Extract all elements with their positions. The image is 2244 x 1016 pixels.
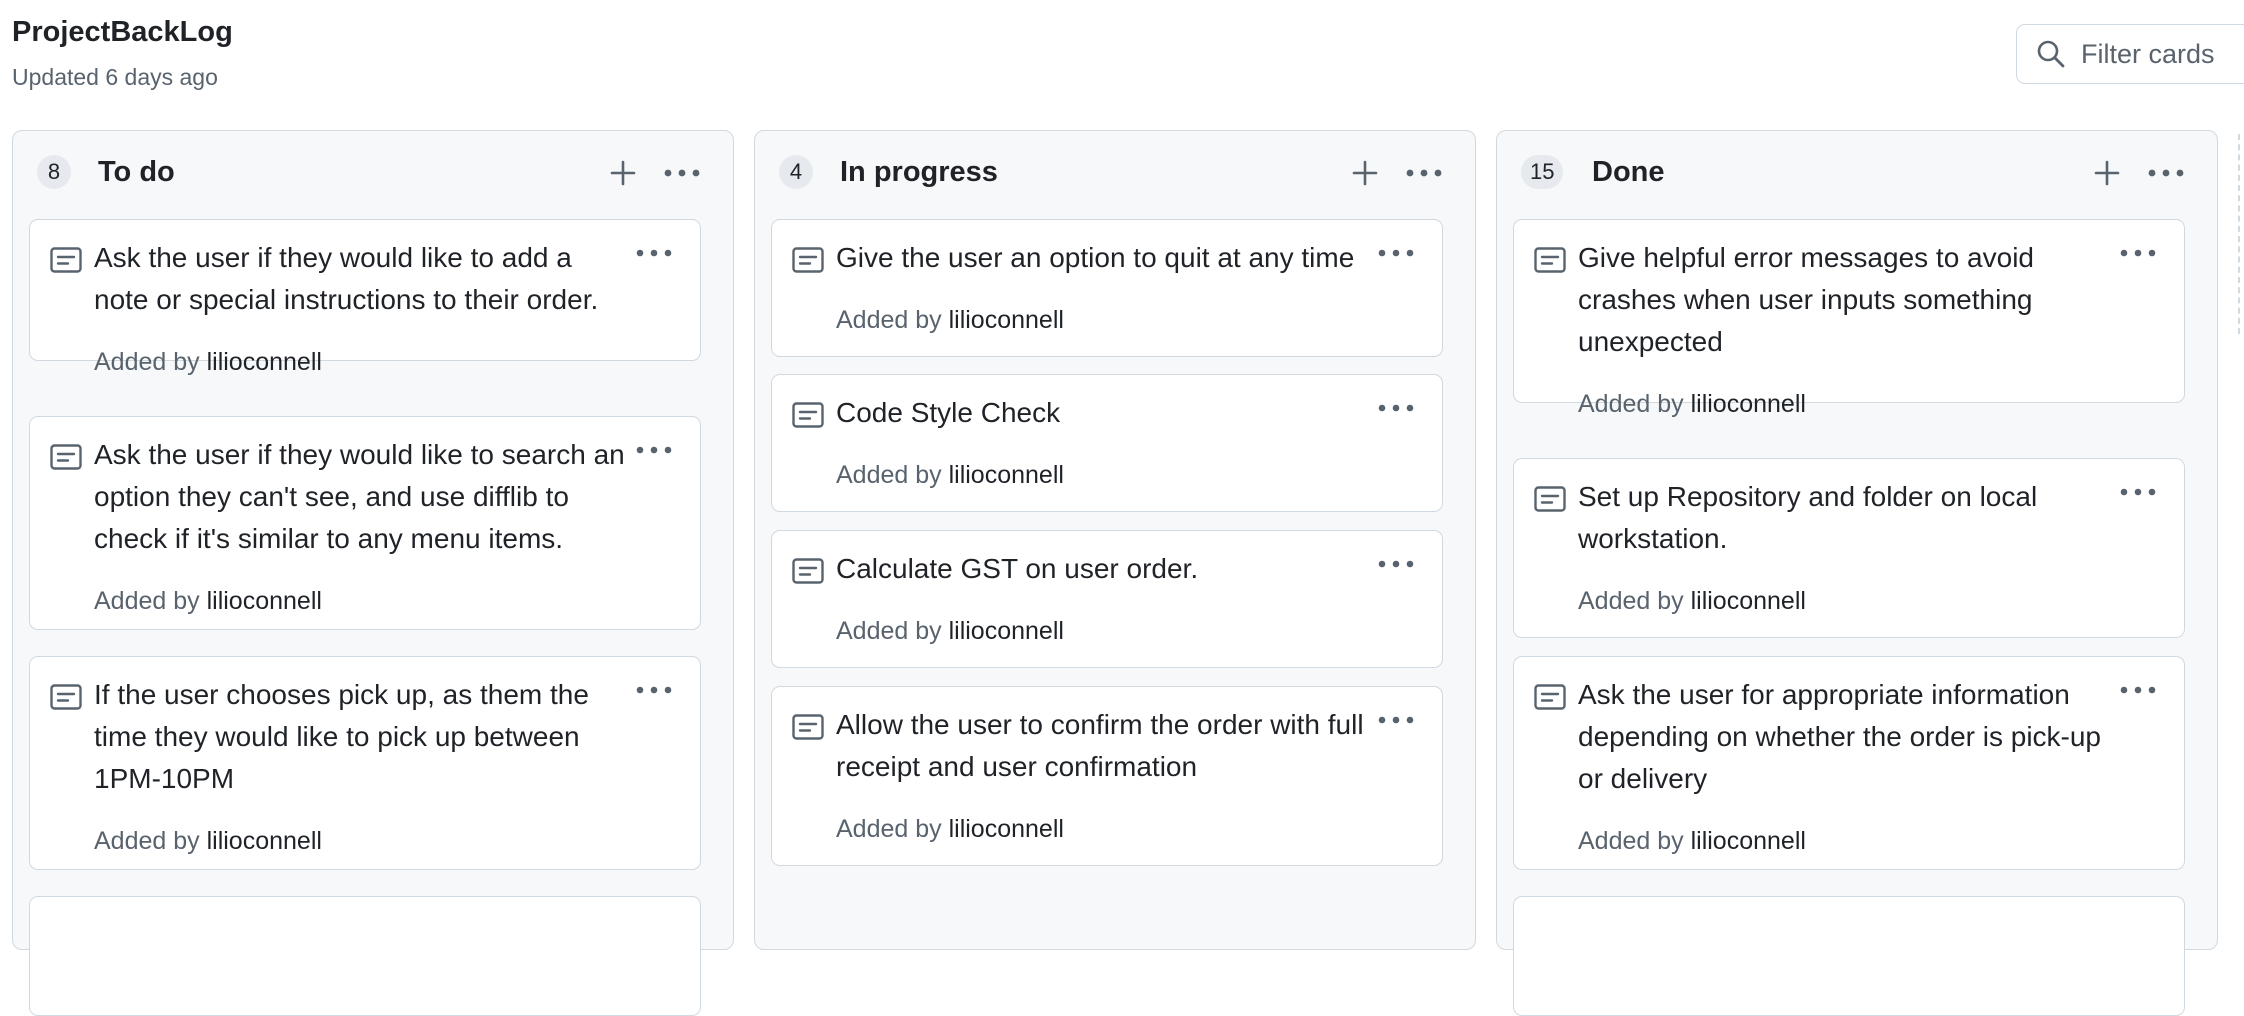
- card-meta: Added by lilioconnell: [836, 615, 1064, 647]
- kebab-horizontal-icon[interactable]: [1374, 393, 1418, 423]
- column-header: 8 To do: [13, 131, 733, 211]
- user-link[interactable]: lilioconnell: [1691, 827, 1806, 855]
- search-icon: [2037, 40, 2065, 68]
- added-by-label: Added by: [1578, 827, 1684, 855]
- column-done: 15 Done Give helpful error messages to a…: [1496, 130, 2218, 1016]
- card-meta: Added by lilioconnell: [1578, 585, 1806, 617]
- user-link[interactable]: lilioconnell: [207, 348, 322, 376]
- column-header: 15 Done: [1497, 131, 2217, 211]
- column-title: Done: [1592, 156, 1665, 188]
- kebab-horizontal-icon[interactable]: [1374, 705, 1418, 735]
- plus-icon[interactable]: [2087, 153, 2127, 193]
- column-to-do: 8 To do Ask the user if they would like …: [12, 130, 734, 1016]
- kebab-horizontal-icon[interactable]: [2116, 675, 2160, 705]
- note-icon: [50, 444, 82, 470]
- add-column-placeholder[interactable]: [2238, 134, 2240, 334]
- user-link[interactable]: lilioconnell: [949, 306, 1064, 334]
- card-meta: Added by lilioconnell: [836, 813, 1064, 845]
- card-title: If the user chooses pick up, as them the…: [94, 679, 589, 794]
- card-meta: Added by lilioconnell: [1578, 388, 1806, 420]
- kebab-horizontal-icon[interactable]: [1374, 238, 1418, 268]
- plus-icon[interactable]: [603, 153, 643, 193]
- card-title: Set up Repository and folder on local wo…: [1578, 481, 2038, 554]
- card[interactable]: Set up Repository and folder on local wo…: [1513, 458, 2185, 638]
- added-by-label: Added by: [94, 827, 200, 855]
- added-by-label: Added by: [1578, 390, 1684, 418]
- card[interactable]: If the user chooses pick up, as them the…: [29, 656, 701, 870]
- kebab-horizontal-icon[interactable]: [2116, 477, 2160, 507]
- user-link[interactable]: lilioconnell: [207, 827, 322, 855]
- card-meta: Added by lilioconnell: [94, 585, 322, 617]
- card-title: Give helpful error messages to avoid cra…: [1578, 242, 2034, 357]
- card-title: Ask the user for appropriate information…: [1578, 679, 2102, 794]
- added-by-label: Added by: [1578, 587, 1684, 615]
- card[interactable]: Ask the user if they would like to searc…: [29, 416, 701, 630]
- user-link[interactable]: lilioconnell: [949, 461, 1064, 489]
- kebab-horizontal-icon[interactable]: [1401, 153, 1447, 193]
- card[interactable]: Ask the user if they would like to add a…: [29, 219, 701, 376]
- note-icon: [792, 558, 824, 584]
- card[interactable]: Ask the user for appropriate information…: [1513, 656, 2185, 870]
- card-title: Allow the user to confirm the order with…: [836, 709, 1364, 782]
- card[interactable]: [29, 896, 701, 1016]
- column-title: In progress: [840, 156, 998, 188]
- board-header: ProjectBackLog Updated 6 days ago: [12, 14, 233, 92]
- updated-timestamp: Updated 6 days ago: [12, 64, 218, 90]
- column-count-badge: 15: [1521, 155, 1564, 189]
- card-meta: Added by lilioconnell: [94, 825, 322, 857]
- column-in-progress: 4 In progress Give the user an option to…: [754, 130, 1476, 950]
- added-by-label: Added by: [836, 461, 942, 489]
- card-title: Give the user an option to quit at any t…: [836, 242, 1355, 273]
- note-icon: [50, 247, 82, 273]
- added-by-label: Added by: [94, 348, 200, 376]
- note-icon: [1534, 247, 1566, 273]
- added-by-label: Added by: [836, 306, 942, 334]
- note-icon: [1534, 684, 1566, 710]
- user-link[interactable]: lilioconnell: [949, 815, 1064, 843]
- filter-cards-input[interactable]: [2081, 38, 2244, 70]
- note-icon: [50, 684, 82, 710]
- added-by-label: Added by: [836, 617, 942, 645]
- card-title: Calculate GST on user order.: [836, 553, 1199, 584]
- added-by-label: Added by: [836, 815, 942, 843]
- card[interactable]: Allow the user to confirm the order with…: [771, 686, 1443, 866]
- card[interactable]: Give the user an option to quit at any t…: [771, 219, 1443, 357]
- user-link[interactable]: lilioconnell: [949, 617, 1064, 645]
- note-icon: [792, 247, 824, 273]
- note-icon: [792, 402, 824, 428]
- kebab-horizontal-icon[interactable]: [1374, 549, 1418, 579]
- kebab-horizontal-icon[interactable]: [632, 435, 676, 465]
- card[interactable]: Code Style Check Added by lilioconnell: [771, 374, 1443, 512]
- note-icon: [1534, 486, 1566, 512]
- card-meta: Added by lilioconnell: [836, 459, 1064, 491]
- card[interactable]: [1513, 896, 2185, 1016]
- column-title: To do: [98, 156, 175, 188]
- card[interactable]: Calculate GST on user order. Added by li…: [771, 530, 1443, 668]
- added-by-label: Added by: [94, 587, 200, 615]
- card-title: Ask the user if they would like to add a…: [94, 242, 599, 315]
- card-meta: Added by lilioconnell: [94, 346, 322, 378]
- user-link[interactable]: lilioconnell: [1691, 390, 1806, 418]
- card[interactable]: Give helpful error messages to avoid cra…: [1513, 219, 2185, 418]
- user-link[interactable]: lilioconnell: [207, 587, 322, 615]
- kebab-horizontal-icon[interactable]: [2116, 238, 2160, 268]
- card-title: Ask the user if they would like to searc…: [94, 439, 625, 554]
- card-meta: Added by lilioconnell: [1578, 825, 1806, 857]
- kebab-horizontal-icon[interactable]: [659, 153, 705, 193]
- kebab-horizontal-icon[interactable]: [632, 675, 676, 705]
- kebab-horizontal-icon[interactable]: [2143, 153, 2189, 193]
- kebab-horizontal-icon[interactable]: [632, 238, 676, 268]
- column-count-badge: 4: [779, 155, 813, 189]
- user-link[interactable]: lilioconnell: [1691, 587, 1806, 615]
- card-title: Code Style Check: [836, 397, 1061, 428]
- plus-icon[interactable]: [1345, 153, 1385, 193]
- filter-cards-field[interactable]: [2016, 24, 2244, 84]
- column-count-badge: 8: [37, 155, 71, 189]
- page-title: ProjectBackLog: [12, 16, 233, 48]
- column-header: 4 In progress: [755, 131, 1475, 211]
- card-meta: Added by lilioconnell: [836, 304, 1064, 336]
- note-icon: [792, 714, 824, 740]
